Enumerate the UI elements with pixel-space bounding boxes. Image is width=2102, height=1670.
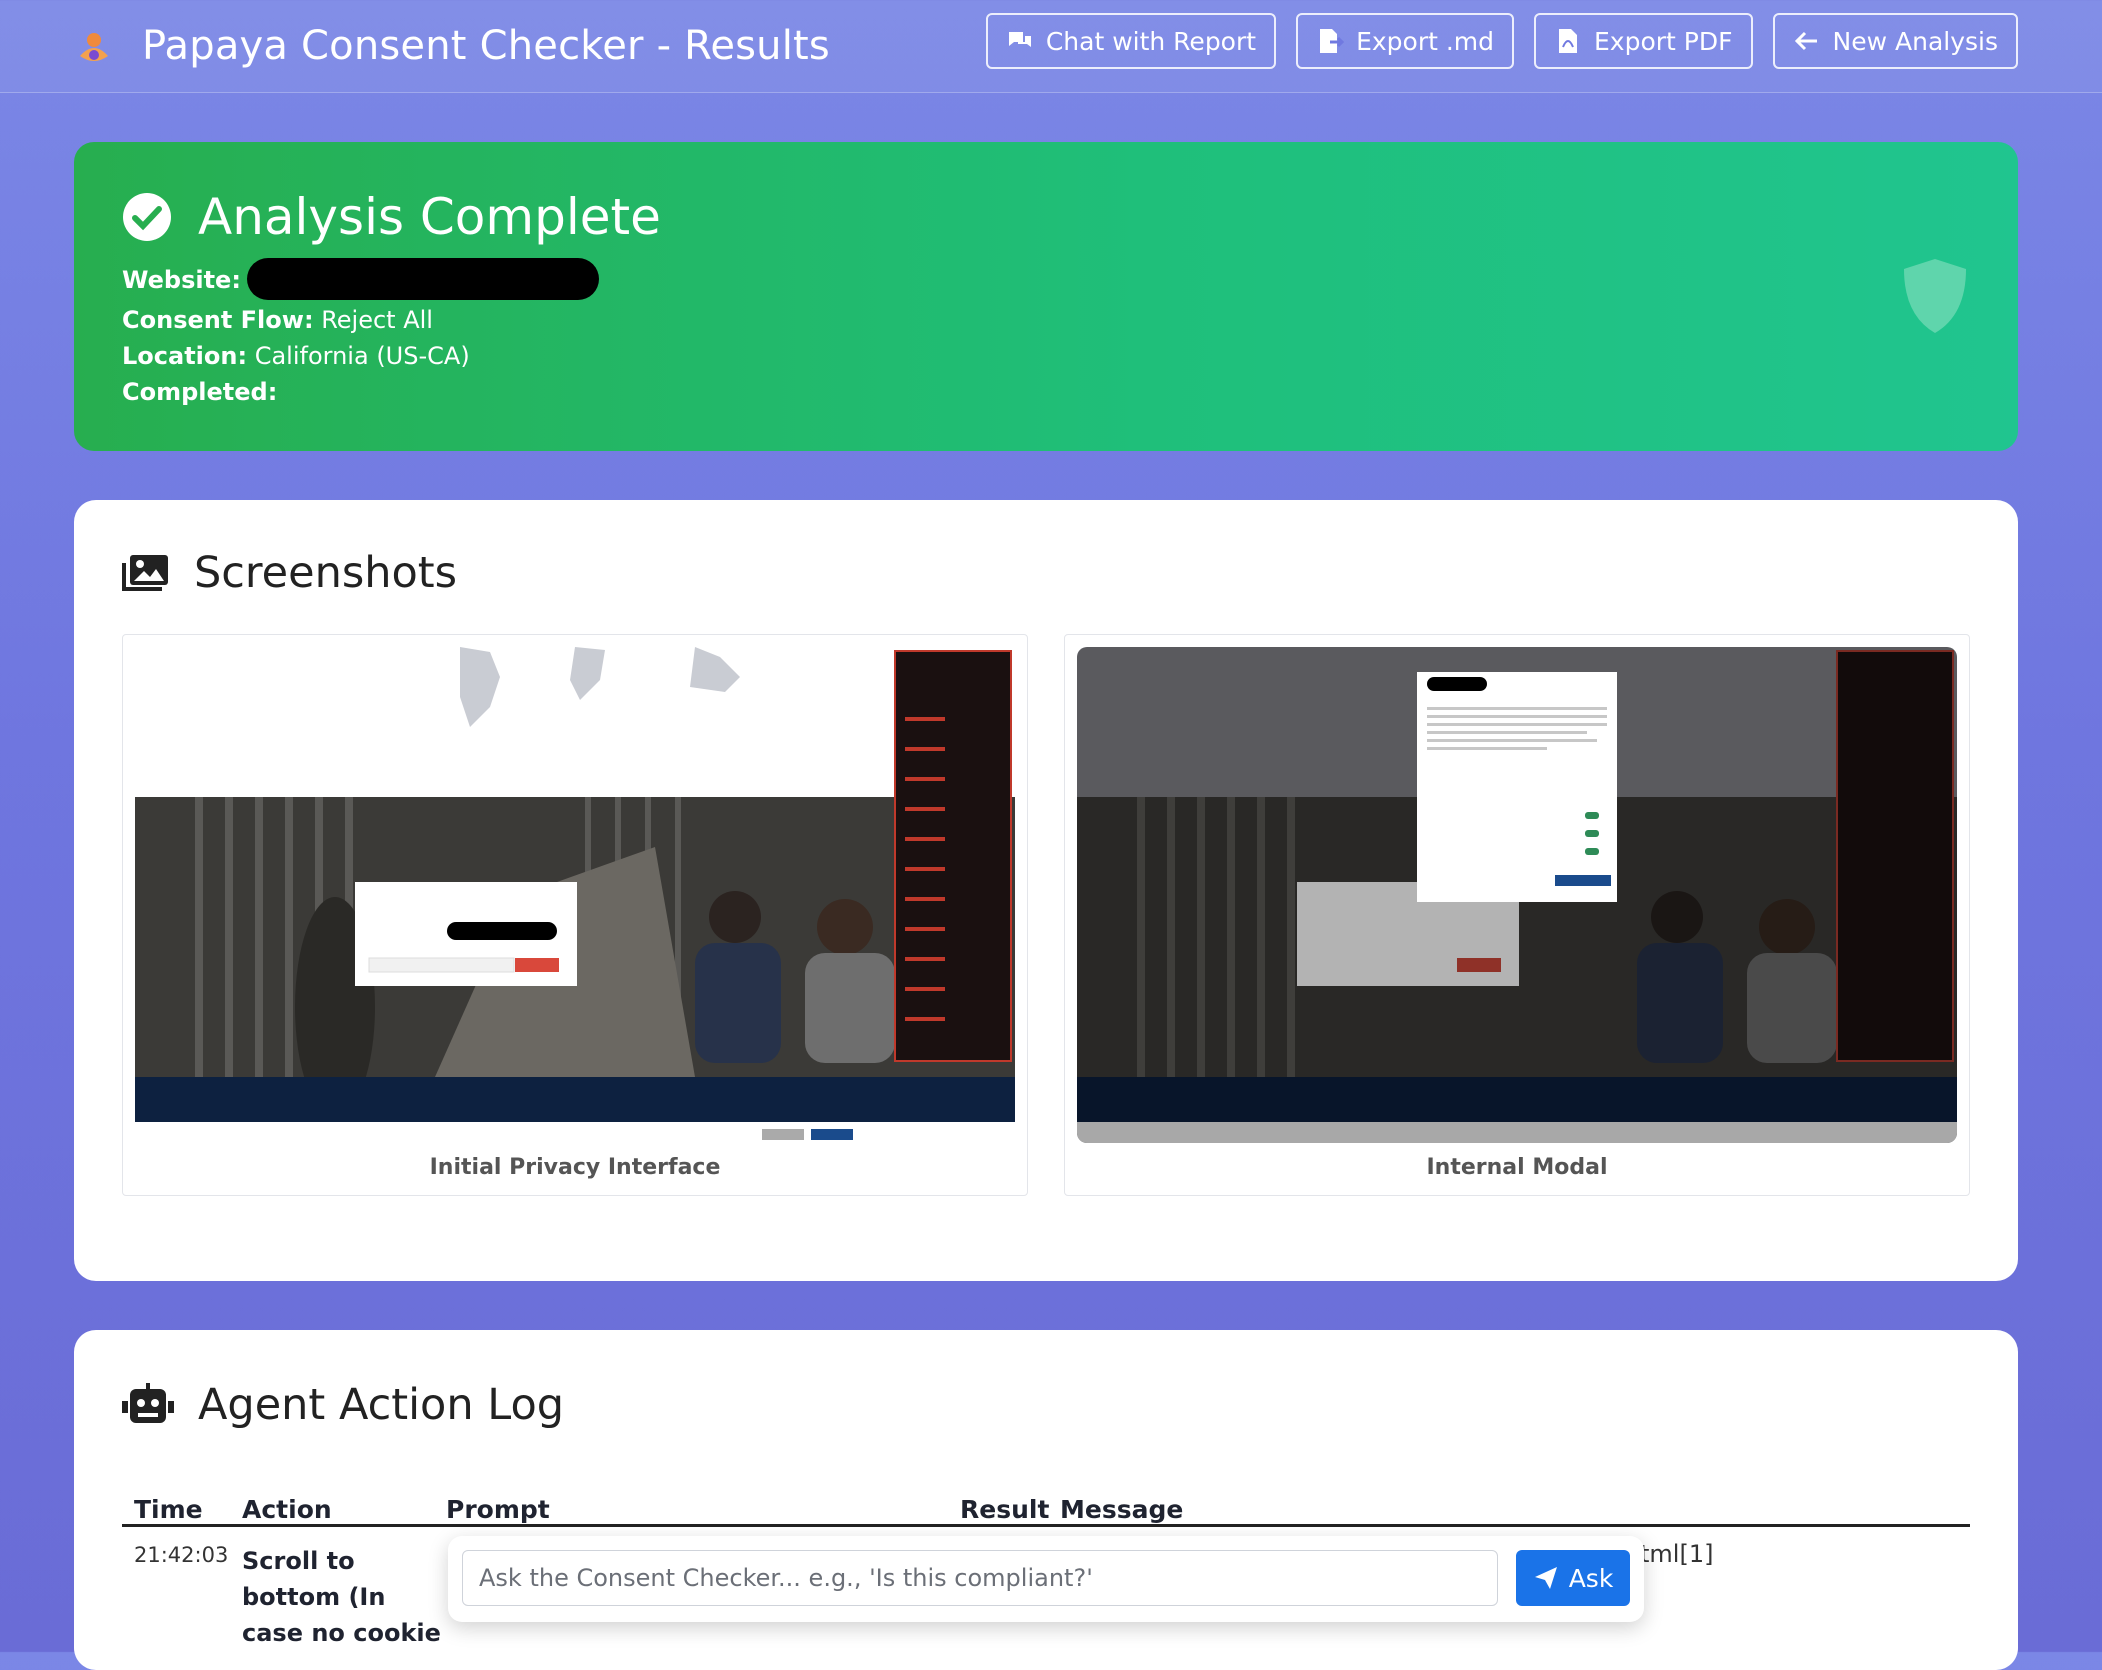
export-pdf-button[interactable]: Export PDF	[1534, 13, 1753, 69]
papaya-logo-icon	[80, 33, 108, 61]
brand: Papaya Consent Checker - Results	[74, 18, 830, 74]
images-icon	[122, 555, 168, 591]
chat-with-report-button[interactable]: Chat with Report	[985, 13, 1277, 69]
chat-input[interactable]: Ask the Consent Checker... e.g., 'Is thi…	[462, 1550, 1498, 1606]
top-navbar: Papaya Consent Checker - Results Chat wi…	[0, 0, 2102, 93]
column-header-message: Message	[1060, 1495, 1184, 1524]
column-header-action: Action	[242, 1495, 332, 1524]
column-header-time: Time	[134, 1495, 203, 1524]
location-row: Location: California (US-CA)	[122, 338, 599, 374]
row-action: Scroll to bottom (In case no cookie	[242, 1547, 441, 1647]
redacted-website	[246, 258, 599, 300]
screenshots-heading: Screenshots	[122, 548, 457, 598]
export-pdf-label: Export PDF	[1594, 26, 1733, 56]
website-preview	[135, 647, 1015, 1143]
new-analysis-label: New Analysis	[1832, 26, 1998, 56]
header-actions: Chat with Report Export .md Export PDF N…	[985, 13, 2018, 69]
website-row: Website:	[122, 258, 599, 302]
ask-label: Ask	[1568, 1563, 1614, 1593]
paper-plane-icon	[1534, 1567, 1557, 1589]
screenshot-internal-modal[interactable]: Internal Modal	[1064, 634, 1970, 1196]
analysis-title-text: Analysis Complete	[198, 188, 661, 246]
chat-bar: Ask the Consent Checker... e.g., 'Is thi…	[448, 1536, 1644, 1622]
consent-flow-label: Consent Flow:	[122, 306, 314, 334]
file-pdf-icon	[1559, 29, 1578, 53]
chat-icon	[1008, 32, 1031, 47]
screenshot-image	[135, 647, 1015, 1143]
website-label: Website:	[122, 266, 241, 294]
screenshot-image	[1077, 647, 1957, 1143]
column-header-prompt: Prompt	[446, 1495, 550, 1524]
analysis-meta: Website: Consent Flow: Reject All Locati…	[122, 258, 599, 410]
arrow-left-icon	[1794, 31, 1817, 51]
column-header-result: Result	[960, 1495, 1050, 1524]
screenshot-caption: Internal Modal	[1426, 1155, 1608, 1180]
location-value: California (US-CA)	[254, 342, 470, 370]
new-analysis-button[interactable]: New Analysis	[1772, 13, 2018, 69]
row-message-tail: tml[1]	[1640, 1540, 1714, 1568]
chat-with-report-label: Chat with Report	[1045, 26, 1257, 56]
ask-button[interactable]: Ask	[1516, 1550, 1630, 1606]
check-circle-icon	[123, 193, 171, 241]
analysis-title: Analysis Complete	[122, 188, 661, 246]
page-title: Papaya Consent Checker - Results	[142, 23, 830, 69]
agent-log-title: Agent Action Log	[198, 1380, 565, 1430]
robot-icon	[122, 1383, 174, 1423]
website-preview-modal	[1077, 647, 1957, 1143]
screenshots-card: Screenshots Initial Privacy Interface In…	[74, 500, 2018, 1281]
completed-row: Completed:	[122, 374, 599, 410]
screenshot-caption: Initial Privacy Interface	[429, 1155, 721, 1180]
location-label: Location:	[122, 342, 248, 370]
analysis-complete-card: Analysis Complete Website: Consent Flow:…	[74, 142, 2018, 451]
export-md-label: Export .md	[1356, 26, 1495, 56]
completed-label: Completed:	[122, 378, 278, 406]
file-export-icon	[1320, 29, 1345, 53]
table-header: Time Action Prompt Result Message	[122, 1476, 1970, 1527]
export-md-button[interactable]: Export .md	[1296, 13, 1515, 69]
shield-icon	[1904, 259, 1966, 333]
screenshot-initial-privacy-interface[interactable]: Initial Privacy Interface	[122, 634, 1028, 1196]
consent-flow-row: Consent Flow: Reject All	[122, 302, 599, 338]
consent-flow-value: Reject All	[321, 306, 433, 334]
row-time: 21:42:03	[134, 1543, 229, 1567]
agent-log-heading: Agent Action Log	[122, 1380, 564, 1430]
screenshots-title: Screenshots	[194, 548, 458, 598]
